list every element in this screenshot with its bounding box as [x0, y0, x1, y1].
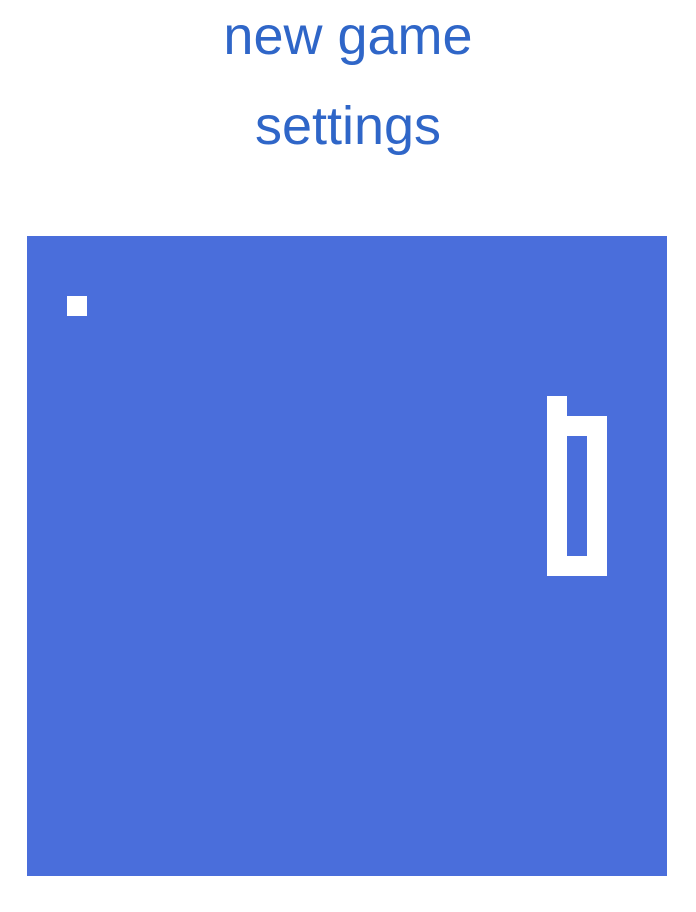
snake-segment — [547, 416, 567, 436]
settings-link[interactable]: settings — [0, 96, 696, 156]
food-pellet — [67, 296, 87, 316]
snake-segment — [547, 536, 567, 556]
snake-segment — [587, 456, 607, 476]
snake-segment — [547, 476, 567, 496]
snake-segment — [587, 556, 607, 576]
snake-segment — [547, 516, 567, 536]
snake-segment — [587, 436, 607, 456]
snake-segment — [547, 436, 567, 456]
snake-segment — [587, 476, 607, 496]
snake-segment — [567, 556, 587, 576]
snake-segment — [567, 416, 587, 436]
game-board[interactable] — [27, 236, 667, 876]
snake-segment — [587, 516, 607, 536]
snake-segment — [547, 556, 567, 576]
snake-segment — [587, 416, 607, 436]
new-game-link[interactable]: new game — [0, 6, 696, 66]
snake-segment — [587, 496, 607, 516]
snake-head — [547, 396, 567, 416]
snake-segment — [547, 456, 567, 476]
snake-segment — [587, 536, 607, 556]
snake-segment — [547, 496, 567, 516]
